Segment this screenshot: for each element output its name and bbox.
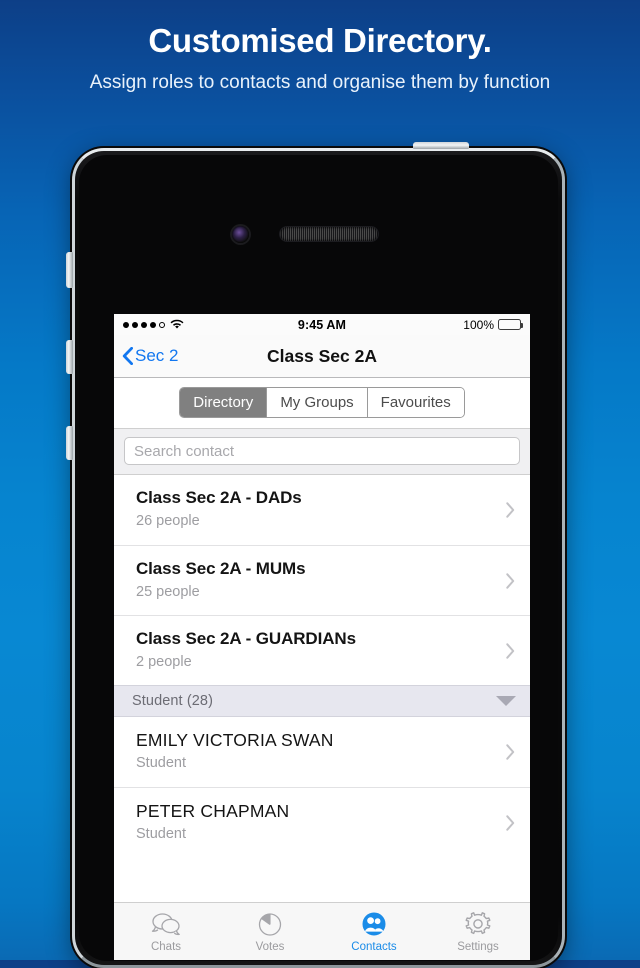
mute-switch-button[interactable] [66,252,73,288]
contact-name: PETER CHAPMAN [136,801,290,821]
gear-icon [465,912,491,935]
tab-bar: Chats Votes Contacts Settings [114,902,530,960]
back-button-label: Sec 2 [135,346,179,365]
contact-row-peter-chapman[interactable]: PETER CHAPMAN Student [114,787,530,857]
contact-role: Student [136,755,186,771]
search-input[interactable] [124,437,520,465]
contact-name: EMILY VICTORIA SWAN [136,730,334,750]
section-header-label: Student (28) [132,693,213,709]
back-button[interactable]: Sec 2 [114,346,178,366]
phone-device: 9:45 AM 100% Sec 2 Class Sec 2A Director… [66,142,565,968]
chevron-right-icon [506,502,515,518]
tab-votes[interactable]: Votes [218,903,322,960]
promo-title: Customised Directory. [148,22,492,59]
group-title: Class Sec 2A - DADs [136,488,302,507]
tab-contacts[interactable]: Contacts [322,903,426,960]
contact-role: Student [136,826,186,842]
group-row-guardians[interactable]: Class Sec 2A - GUARDIANs 2 people [114,615,530,685]
group-subtitle: 25 people [136,584,200,600]
tab-label: Contacts [351,941,397,953]
promo-header: Customised Directory. Assign roles to co… [0,0,640,98]
chat-bubbles-icon [151,913,180,936]
power-button[interactable] [413,142,469,149]
earpiece-speaker [280,227,378,241]
chevron-left-icon [122,347,133,365]
tab-label: Votes [255,941,285,953]
group-row-dads[interactable]: Class Sec 2A - DADs 26 people [114,475,530,545]
chevron-right-icon [506,572,515,589]
navigation-bar: Sec 2 Class Sec 2A [114,335,530,378]
contacts-people-icon [362,912,386,936]
pie-chart-icon [258,913,282,936]
segmented-control-container: Directory My Groups Favourites [114,378,530,429]
group-subtitle: 26 people [136,513,200,529]
tab-chats[interactable]: Chats [114,903,218,960]
tab-directory[interactable]: Directory [180,388,268,417]
status-bar: 9:45 AM 100% [114,314,530,335]
front-camera-icon [232,226,249,243]
group-title: Class Sec 2A - MUMs [136,559,306,578]
contact-row-emily-victoria-swan[interactable]: EMILY VICTORIA SWAN Student [114,717,530,787]
search-bar [114,429,530,475]
volume-up-button[interactable] [66,340,73,374]
segmented-control[interactable]: Directory My Groups Favourites [179,387,465,418]
tab-my-groups[interactable]: My Groups [267,388,368,417]
tab-label: Chats [150,941,182,953]
chevron-right-icon [506,744,515,760]
triangle-down-icon[interactable] [496,696,516,706]
tab-favourites[interactable]: Favourites [367,388,464,417]
section-header-student[interactable]: Student (28) [114,685,530,717]
tab-label: Settings [457,941,499,953]
volume-down-button[interactable] [66,426,73,460]
chevron-right-icon [506,814,515,831]
promo-subtitle: Assign roles to contacts and organise th… [89,72,551,93]
battery-icon [498,319,523,330]
chevron-right-icon [506,642,515,659]
group-row-mums[interactable]: Class Sec 2A - MUMs 25 people [114,545,530,615]
group-subtitle: 2 people [136,654,192,670]
tab-settings[interactable]: Settings [426,903,530,960]
phone-screen: 9:45 AM 100% Sec 2 Class Sec 2A Director… [114,314,530,960]
contact-list: Class Sec 2A - DADs 26 people Class Sec … [114,475,530,857]
group-title: Class Sec 2A - GUARDIANs [136,629,356,648]
status-bar-time: 9:45 AM [297,317,347,332]
